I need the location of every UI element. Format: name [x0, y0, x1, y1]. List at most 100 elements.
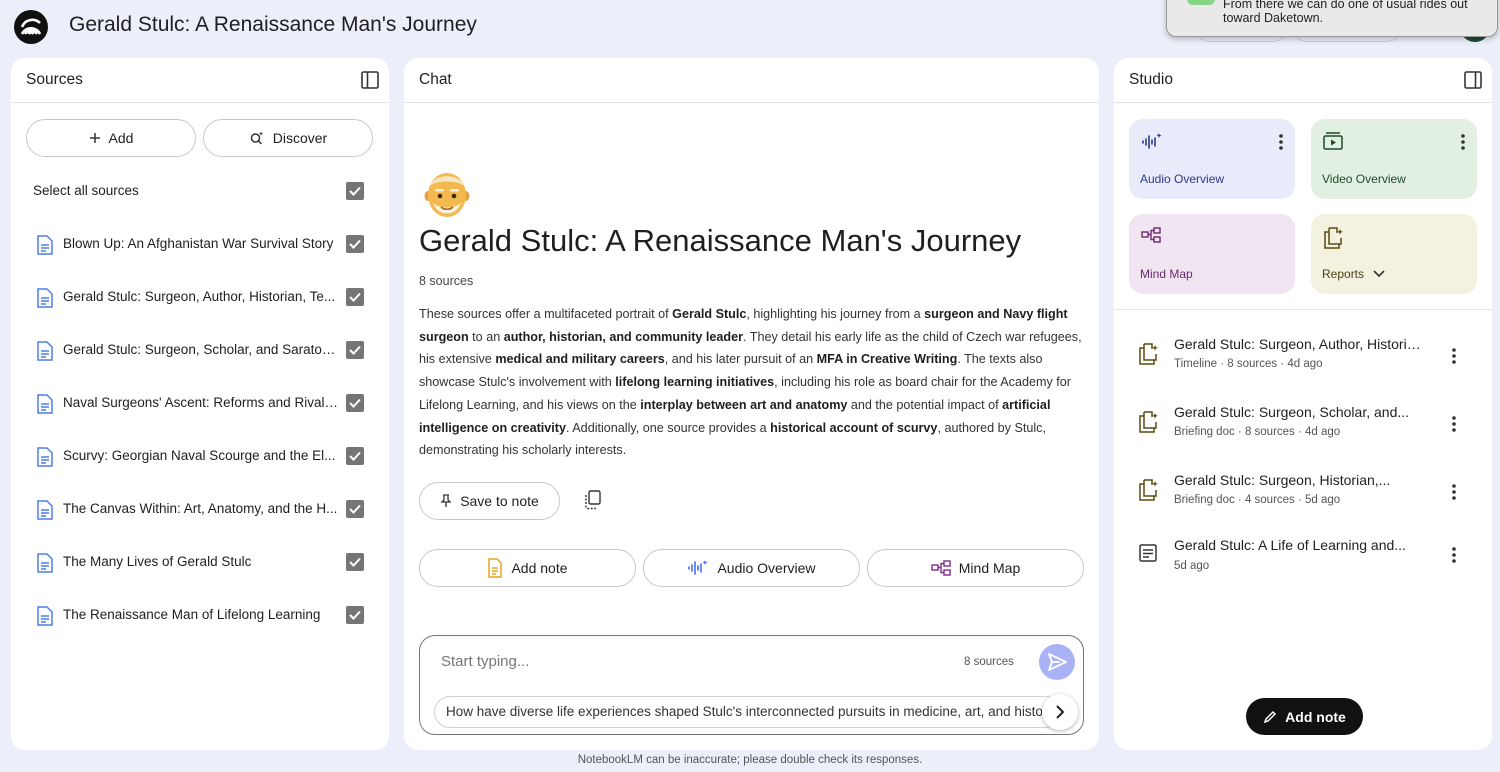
- notebook-summary: These sources offer a multifaceted portr…: [419, 303, 1089, 462]
- select-all-checkbox[interactable]: [346, 182, 364, 200]
- mind-map-tile[interactable]: Mind Map: [1129, 214, 1295, 294]
- source-title[interactable]: Scurvy: Georgian Naval Scourge and the E…: [63, 448, 338, 463]
- note-title: Gerald Stulc: Surgeon, Author, Historia.…: [1174, 336, 1424, 352]
- summary-keyword: Gerald Stulc: [672, 307, 747, 321]
- source-item[interactable]: Gerald Stulc: Surgeon, Scholar, and Sara…: [11, 324, 389, 377]
- discover-search-icon: [250, 131, 263, 145]
- source-checkbox[interactable]: [346, 447, 364, 465]
- add-note-chip[interactable]: Add note: [419, 549, 636, 587]
- source-item[interactable]: Blown Up: An Afghanistan War Survival St…: [11, 218, 389, 271]
- summary-keyword: historical account of scurvy: [770, 420, 938, 435]
- more-vert-icon[interactable]: [1452, 547, 1456, 563]
- suggested-question[interactable]: How have diverse life experiences shaped…: [434, 696, 1061, 728]
- chevron-right-icon[interactable]: [1042, 694, 1078, 730]
- source-checkbox[interactable]: [346, 500, 364, 518]
- source-checkbox[interactable]: [346, 553, 364, 571]
- mind-map-chip[interactable]: Mind Map: [867, 549, 1084, 587]
- sources-title: Sources: [26, 71, 83, 88]
- notification-toast[interactable]: From there we can do one of usual rides …: [1166, 0, 1498, 37]
- video-overview-tile-label: Video Overview: [1322, 172, 1406, 186]
- audio-overview-tile[interactable]: Audio Overview: [1129, 119, 1295, 199]
- source-checkbox[interactable]: [346, 341, 364, 359]
- audio-waveform-icon: [688, 560, 708, 575]
- disclaimer-text: NotebookLM can be inaccurate; please dou…: [577, 754, 923, 766]
- add-source-button[interactable]: Add: [26, 119, 196, 157]
- add-note-button[interactable]: Add note: [1246, 698, 1363, 735]
- more-vert-icon[interactable]: [1279, 134, 1283, 150]
- more-vert-icon[interactable]: [1452, 416, 1456, 432]
- source-item[interactable]: Naval Surgeons' Ascent: Reforms and Riva…: [11, 377, 389, 430]
- note-meta: Timeline · 8 sources · 4d ago: [1174, 358, 1323, 370]
- source-checkbox[interactable]: [346, 394, 364, 412]
- source-title[interactable]: The Canvas Within: Art, Anatomy, and the…: [63, 501, 338, 516]
- source-item[interactable]: The Canvas Within: Art, Anatomy, and the…: [11, 483, 389, 536]
- report-icon: [1138, 411, 1158, 433]
- chevron-down-icon[interactable]: [1373, 270, 1385, 278]
- document-icon: [37, 500, 53, 520]
- source-checkbox[interactable]: [346, 606, 364, 624]
- note-title: Gerald Stulc: Surgeon, Scholar, and...: [1174, 404, 1410, 420]
- source-title[interactable]: The Renaissance Man of Lifelong Learning: [63, 607, 338, 622]
- reports-tile[interactable]: Reports: [1311, 214, 1477, 294]
- studio-note-item[interactable]: Gerald Stulc: Surgeon, Historian,... Brie…: [1114, 459, 1492, 527]
- copy-icon[interactable]: [584, 490, 602, 510]
- chat-panel: Chat Gerald Stulc: A Renaissance Man's J…: [404, 58, 1099, 750]
- mind-map-tile-label: Mind Map: [1140, 267, 1193, 281]
- document-icon: [37, 394, 53, 414]
- video-overview-tile[interactable]: Video Overview: [1311, 119, 1477, 199]
- collapse-panel-icon[interactable]: [361, 71, 379, 89]
- audio-overview-chip-label: Audio Overview: [717, 560, 816, 576]
- more-vert-icon[interactable]: [1452, 348, 1456, 364]
- document-icon: [37, 235, 53, 255]
- save-to-note-label: Save to note: [460, 493, 539, 509]
- video-play-icon: [1323, 132, 1343, 155]
- add-note-button-label: Add note: [1285, 708, 1346, 725]
- source-item[interactable]: Scurvy: Georgian Naval Scourge and the E…: [11, 430, 389, 483]
- source-title[interactable]: Gerald Stulc: Surgeon, Scholar, and Sara…: [63, 342, 338, 357]
- discover-button[interactable]: Discover: [203, 119, 373, 157]
- source-item[interactable]: The Many Lives of Gerald Stulc: [11, 536, 389, 589]
- note-meta: Briefing doc · 8 sources · 4d ago: [1174, 426, 1341, 438]
- sources-header: Sources: [11, 58, 389, 103]
- sources-panel: Sources Add Discover Select all sources …: [11, 58, 389, 750]
- chat-input-placeholder[interactable]: Start typing...: [441, 653, 529, 670]
- studio-header: Studio: [1114, 58, 1492, 103]
- add-note-chip-label: Add note: [511, 560, 568, 576]
- more-vert-icon[interactable]: [1461, 134, 1465, 150]
- notebooklm-logo-icon[interactable]: [14, 10, 48, 44]
- document-icon: [37, 447, 53, 467]
- notebook-title[interactable]: Gerald Stulc: A Renaissance Man's Journe…: [69, 13, 477, 37]
- summary-text: . Additionally, one source provides a: [565, 420, 771, 435]
- source-item[interactable]: The Renaissance Man of Lifelong Learning: [11, 589, 389, 642]
- source-title[interactable]: Naval Surgeons' Ascent: Reforms and Riva…: [63, 395, 338, 410]
- summary-text: These sources offer a multifaceted portr…: [419, 307, 673, 321]
- pin-icon: [440, 494, 452, 507]
- mind-map-icon: [1141, 227, 1161, 248]
- source-title[interactable]: Blown Up: An Afghanistan War Survival St…: [63, 236, 338, 251]
- studio-note-item[interactable]: Gerald Stulc: Surgeon, Author, Historia.…: [1114, 323, 1492, 391]
- source-title[interactable]: The Many Lives of Gerald Stulc: [63, 554, 338, 569]
- studio-note-item[interactable]: Gerald Stulc: A Life of Learning and... 5…: [1114, 527, 1492, 595]
- select-all-row[interactable]: Select all sources: [11, 165, 389, 218]
- collapse-studio-icon[interactable]: [1464, 71, 1482, 89]
- note-meta: Briefing doc · 4 sources · 5d ago: [1174, 494, 1341, 506]
- source-checkbox[interactable]: [346, 288, 364, 306]
- studio-note-item[interactable]: Gerald Stulc: Surgeon, Scholar, and... Br…: [1114, 391, 1492, 459]
- send-icon[interactable]: [1039, 644, 1075, 680]
- save-to-note-button[interactable]: Save to note: [419, 482, 560, 520]
- source-checkbox[interactable]: [346, 235, 364, 253]
- reports-tile-label: Reports: [1322, 267, 1385, 281]
- summary-text: and the potential impact of: [847, 397, 1003, 412]
- more-vert-icon[interactable]: [1452, 484, 1456, 500]
- note-title: Gerald Stulc: A Life of Learning and...: [1174, 537, 1406, 553]
- source-item[interactable]: Gerald Stulc: Surgeon, Author, Historian…: [11, 271, 389, 324]
- report-icon: [1138, 479, 1158, 501]
- audio-overview-chip[interactable]: Audio Overview: [643, 549, 860, 587]
- summary-text: , highlighting his journey from a: [746, 307, 925, 321]
- source-title[interactable]: Gerald Stulc: Surgeon, Author, Historian…: [63, 289, 338, 304]
- divider: [1114, 309, 1492, 310]
- document-icon: [37, 341, 53, 361]
- chat-input-source-count: 8 sources: [964, 656, 1014, 668]
- chat-input-box[interactable]: Start typing... 8 sources How have diver…: [419, 635, 1084, 735]
- mind-map-chip-label: Mind Map: [958, 560, 1021, 576]
